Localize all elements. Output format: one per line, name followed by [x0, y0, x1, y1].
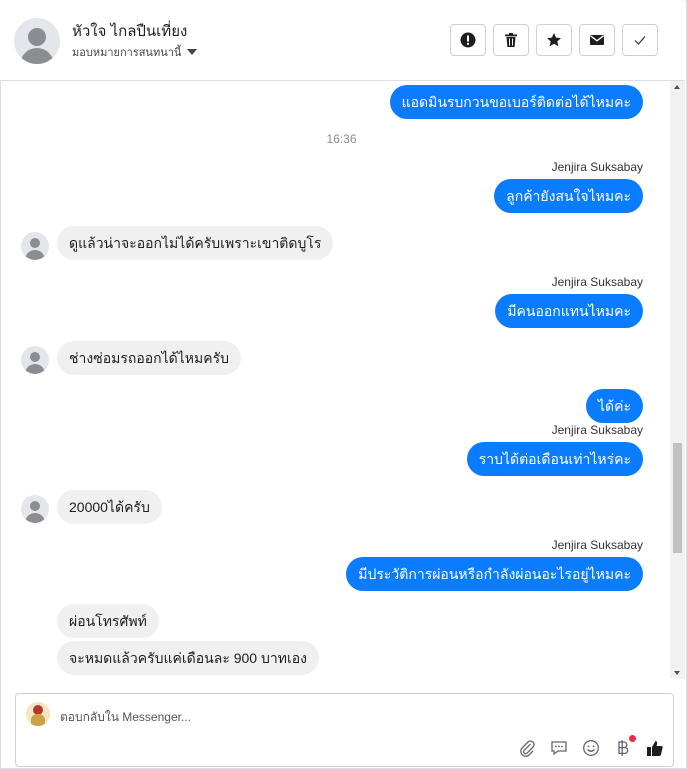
mark-done-button[interactable] [622, 24, 658, 56]
sender-name: Jenjira Suksabay [551, 160, 643, 174]
contact-avatar-small [21, 232, 49, 260]
thumbs-up-icon [647, 741, 663, 756]
report-icon [460, 32, 476, 48]
paperclip-icon [520, 740, 535, 757]
scroll-down-arrow-icon[interactable] [674, 671, 680, 675]
avatar-body [25, 250, 45, 260]
scroll-up-arrow-icon[interactable] [674, 85, 680, 89]
contact-avatar-small [21, 495, 49, 523]
conversation-header: หัวใจ ไกลปืนเที่ยง มอบหมายการสนทนานี้ [0, 0, 685, 81]
outgoing-message: ได้ค่ะ [585, 389, 643, 423]
star-icon [547, 33, 561, 47]
sender-name: Jenjira Suksabay [551, 538, 643, 552]
incoming-message: 20000ได้ครับ [57, 490, 162, 524]
contact-name[interactable]: หัวใจ ไกลปืนเที่ยง [72, 19, 187, 43]
page-avatar [26, 702, 50, 726]
outgoing-message: มีคนออกแทนไหมคะ [495, 294, 643, 328]
reply-composer [15, 693, 674, 767]
incoming-message: ดูแล้วน่าจะออกไม่ได้ครับเพราะเขาติดบูโร [57, 226, 334, 260]
notification-dot [629, 735, 636, 742]
avatar-body [20, 48, 54, 64]
incoming-message: ผ่อนโทรศัพท์ [57, 604, 159, 638]
avatar-figure-body [31, 714, 45, 726]
saved-reply-icon [551, 741, 567, 756]
check-icon [634, 36, 646, 46]
emoji-button[interactable] [581, 738, 601, 758]
composer-tools [517, 735, 665, 758]
message-thread: แอดมินรบกวนขอเบอร์ติดต่อได้ไหมคะ 16:36 J… [0, 81, 670, 679]
avatar-body [25, 364, 45, 374]
avatar-body [25, 513, 45, 523]
sender-name: Jenjira Suksabay [551, 275, 643, 289]
incoming-message: ช่างซ่อมรถออกได้ไหมครับ [57, 341, 242, 375]
timestamp: 16:36 [326, 132, 357, 146]
incoming-message: จะหมดแล้วครับแค่เดือนละ 900 บาทเอง [57, 641, 319, 675]
caret-down-icon [187, 49, 198, 55]
avatar-head [28, 28, 46, 46]
contact-avatar-small [21, 346, 49, 374]
scroll-thumb[interactable] [673, 443, 682, 553]
avatar-head [30, 501, 40, 511]
outgoing-message: ราบได้ต่อเดือนเท่าไหร่คะ [466, 442, 643, 476]
outgoing-message: ลูกค้ายังสนใจไหมคะ [494, 179, 643, 213]
star-button[interactable] [536, 24, 572, 56]
delete-button[interactable] [493, 24, 529, 56]
header-actions [450, 24, 658, 56]
baht-icon [618, 740, 629, 756]
avatar-head [30, 238, 40, 248]
attach-button[interactable] [517, 738, 537, 758]
emoji-icon [583, 740, 599, 756]
contact-avatar[interactable] [14, 18, 60, 64]
outgoing-message: แอดมินรบกวนขอเบอร์ติดต่อได้ไหมคะ [389, 85, 643, 119]
trash-icon [505, 33, 517, 47]
envelope-icon [590, 35, 604, 45]
assign-label: มอบหมายการสนทนานี้ [72, 47, 182, 59]
like-button[interactable] [645, 738, 665, 758]
reply-input[interactable] [60, 708, 620, 726]
assign-dropdown[interactable]: มอบหมายการสนทนานี้ [72, 43, 198, 61]
payment-button[interactable] [613, 735, 636, 758]
outgoing-message: มีประวัติการผ่อนหรือกำลังผ่อนอะไรอยู่ไหม… [346, 557, 643, 591]
mark-unread-button[interactable] [579, 24, 615, 56]
thread-scrollbar[interactable] [670, 81, 685, 679]
sender-name: Jenjira Suksabay [551, 423, 643, 437]
report-spam-button[interactable] [450, 24, 486, 56]
avatar-head [30, 352, 40, 362]
saved-reply-button[interactable] [549, 738, 569, 758]
